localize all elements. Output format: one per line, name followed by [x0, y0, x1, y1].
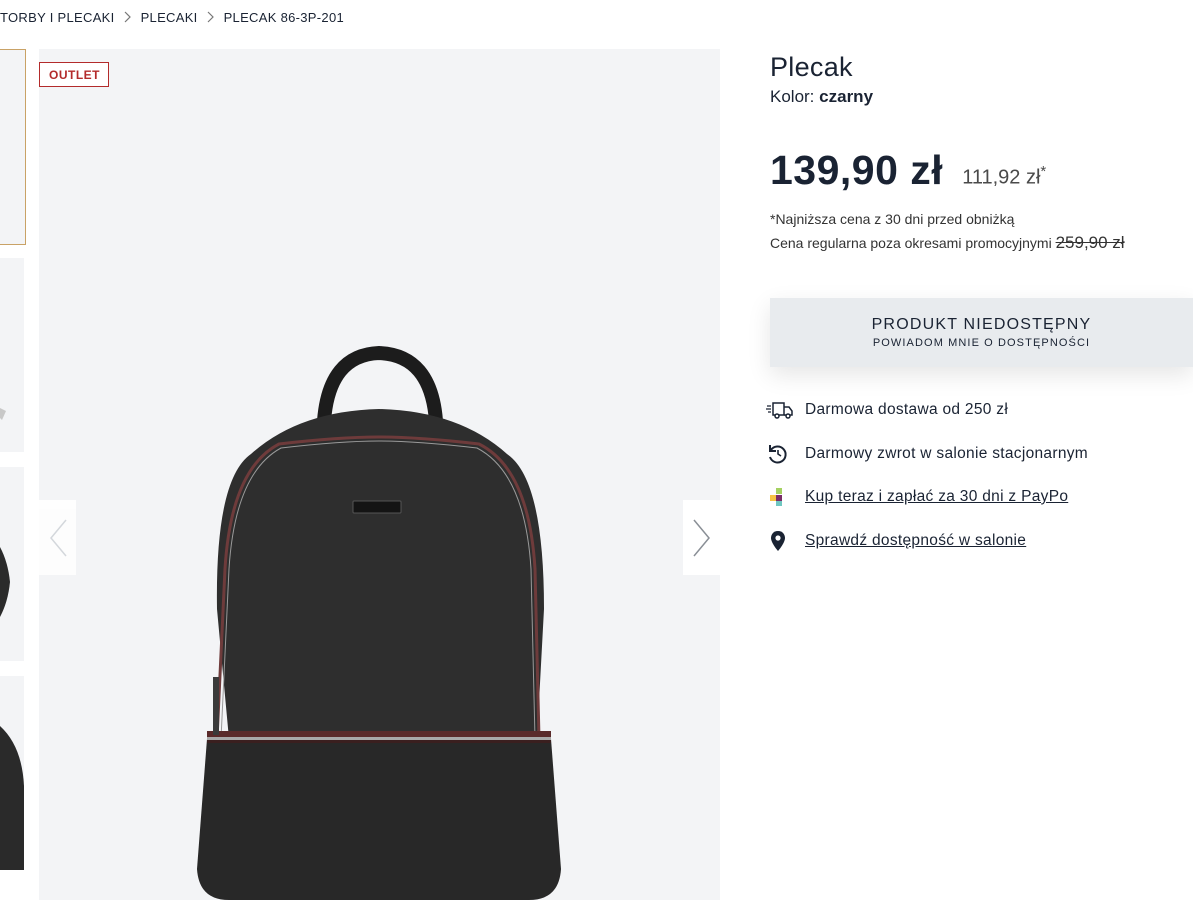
regular-price-note: Cena regularna poza okresami promocyjnym…	[770, 231, 1125, 255]
breadcrumb-item-current: PLECAK 86-3P-201	[223, 9, 345, 25]
store-availability-link[interactable]: Sprawdź dostępność w salonie	[805, 532, 1026, 550]
feature-free-delivery: Darmowa dostawa od 250 zł	[766, 399, 1088, 421]
thumbnail-4[interactable]	[0, 676, 24, 870]
breadcrumb-item-backpacks[interactable]: PLECAKI	[141, 10, 198, 25]
gallery-next-button[interactable]	[683, 500, 720, 575]
lowest-price: 111,92 zł*	[962, 163, 1046, 190]
delivery-truck-icon	[766, 399, 796, 421]
lowest-price-note: *Najniższa cena z 30 dni przed obniżką	[770, 211, 1015, 227]
paypo-link[interactable]: Kup teraz i zapłać za 30 dni z PayPo	[805, 488, 1068, 506]
product-gallery: OUTLET	[39, 49, 720, 900]
notify-availability-button[interactable]: PRODUKT NIEDOSTĘPNY POWIADOM MNIE O DOST…	[770, 298, 1193, 367]
feature-text: Darmowy zwrot w salonie stacjonarnym	[805, 444, 1088, 462]
backpack-image	[197, 345, 561, 900]
chevron-right-icon	[115, 9, 141, 25]
chevron-left-icon	[49, 519, 67, 556]
price-notes: *Najniższa cena z 30 dni przed obniżką C…	[770, 207, 1125, 255]
product-title: Plecak	[770, 52, 853, 82]
paypo-logo-icon	[766, 486, 796, 508]
location-pin-icon	[766, 530, 796, 552]
thumbnail-2[interactable]	[0, 258, 24, 452]
color-label: Kolor:	[770, 87, 815, 106]
breadcrumb: TORBY I PLECAKI PLECAKI PLECAK 86-3P-201	[0, 9, 344, 25]
thumbnail-image	[0, 547, 10, 617]
regular-price-label: Cena regularna poza okresami promocyjnym…	[770, 235, 1052, 251]
feature-text: Darmowa dostawa od 250 zł	[805, 401, 1009, 418]
chevron-right-icon	[692, 519, 710, 556]
notify-subtitle: POWIADOM MNIE O DOSTĘPNOŚCI	[872, 337, 1091, 349]
thumbnail-image	[0, 408, 6, 420]
regular-price: 259,90 zł	[1055, 233, 1125, 252]
feature-paypo[interactable]: Kup teraz i zapłać za 30 dni z PayPo	[766, 486, 1088, 508]
product-page: TORBY I PLECAKI PLECAKI PLECAK 86-3P-201…	[0, 0, 1193, 900]
features-list: Darmowa dostawa od 250 zł Darmowy zwrot …	[766, 399, 1088, 573]
color-row: Kolor: czarny	[770, 87, 1193, 107]
feature-store-availability[interactable]: Sprawdź dostępność w salonie	[766, 530, 1088, 552]
feature-free-return: Darmowy zwrot w salonie stacjonarnym	[766, 443, 1088, 465]
unavailable-title: PRODUKT NIEDOSTĘPNY	[871, 316, 1092, 333]
return-arrow-icon	[766, 443, 796, 465]
gallery-prev-button[interactable]	[39, 500, 76, 575]
breadcrumb-item-bags[interactable]: TORBY I PLECAKI	[0, 10, 115, 25]
product-info: Plecak Kolor: czarny 139,90 zł 111,92 zł…	[770, 52, 1193, 252]
lowest-price-value: 111,92 zł	[962, 167, 1041, 189]
thumbnail-3[interactable]	[0, 467, 24, 661]
thumbnail-image	[0, 726, 24, 870]
color-value: czarny	[819, 87, 874, 106]
chevron-right-icon	[198, 9, 224, 25]
thumbnail-1[interactable]	[0, 49, 26, 245]
price-row: 139,90 zł 111,92 zł*	[770, 147, 1046, 194]
lowest-price-marker: *	[1040, 163, 1047, 181]
current-price: 139,90 zł	[770, 147, 944, 193]
